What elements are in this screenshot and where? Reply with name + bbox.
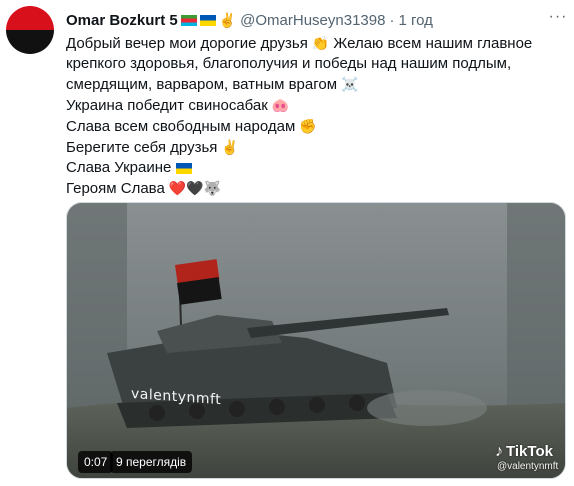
tweet-timestamp[interactable]: 1 год [398, 12, 432, 29]
tiktok-watermark: ♪ TikTok [495, 443, 553, 460]
author-display-name[interactable]: Omar Bozkurt 5 [66, 12, 178, 29]
tiktok-icon: ♪ [495, 443, 503, 460]
tweet-line: крепкого здоровья, благополучия и победы… [66, 55, 512, 72]
tweet-header: Omar Bozkurt 5 ✌️ @OmarHuseyn31398 · 1 г… [66, 10, 433, 30]
ukraine-flag-icon [199, 14, 216, 26]
tweet-text: Добрый вечер мои дорогие друзья 👏 Желаю в… [66, 33, 566, 199]
tweet-line: смердящим, варваром, ватным врагом ☠️ [66, 76, 359, 93]
tweet-line: Берегите себя друзья ✌️ [66, 139, 239, 156]
more-options-icon[interactable]: ··· [548, 8, 568, 28]
video-duration-badge: 0:07 [78, 451, 114, 473]
video-player[interactable]: valentynmft ♪ TikTok @valentynmft 0:07 9 … [66, 202, 566, 479]
tweet-line: Добрый вечер мои дорогие друзья 👏 Желаю в… [66, 35, 533, 52]
tiktok-username: @valentynmft [497, 461, 559, 472]
clapping-hands-icon: 👏 [311, 35, 330, 51]
azerbaijan-flag-icon [180, 14, 197, 26]
skull-crossbones-icon: ☠️ [341, 76, 359, 92]
tweet-line: Героям Слава ❤️🖤🐺 [66, 180, 222, 197]
victory-hand-icon: ✌️ [221, 139, 239, 155]
header-separator: · [389, 11, 395, 29]
pig-nose-icon: 🐽 [271, 97, 290, 113]
victory-hand-icon: ✌️ [218, 11, 237, 28]
author-handle[interactable]: @OmarHuseyn31398 [240, 12, 385, 29]
tweet-line: Слава всем свободным народам ✊ [66, 118, 317, 135]
tweet-card[interactable]: Omar Bozkurt 5 ✌️ @OmarHuseyn31398 · 1 г… [0, 0, 574, 486]
tweet-line: Украина победит свиносабак 🐽 [66, 97, 290, 114]
video-frame [67, 203, 565, 478]
heart-heart-wolf-icon: ❤️🖤🐺 [168, 180, 222, 196]
tweet-line: Слава Украине [66, 158, 566, 178]
video-views-badge: 9 переглядів [110, 451, 193, 473]
raised-fist-icon: ✊ [299, 118, 317, 134]
ukraine-flag-icon [176, 162, 193, 174]
author-avatar[interactable] [6, 6, 54, 54]
